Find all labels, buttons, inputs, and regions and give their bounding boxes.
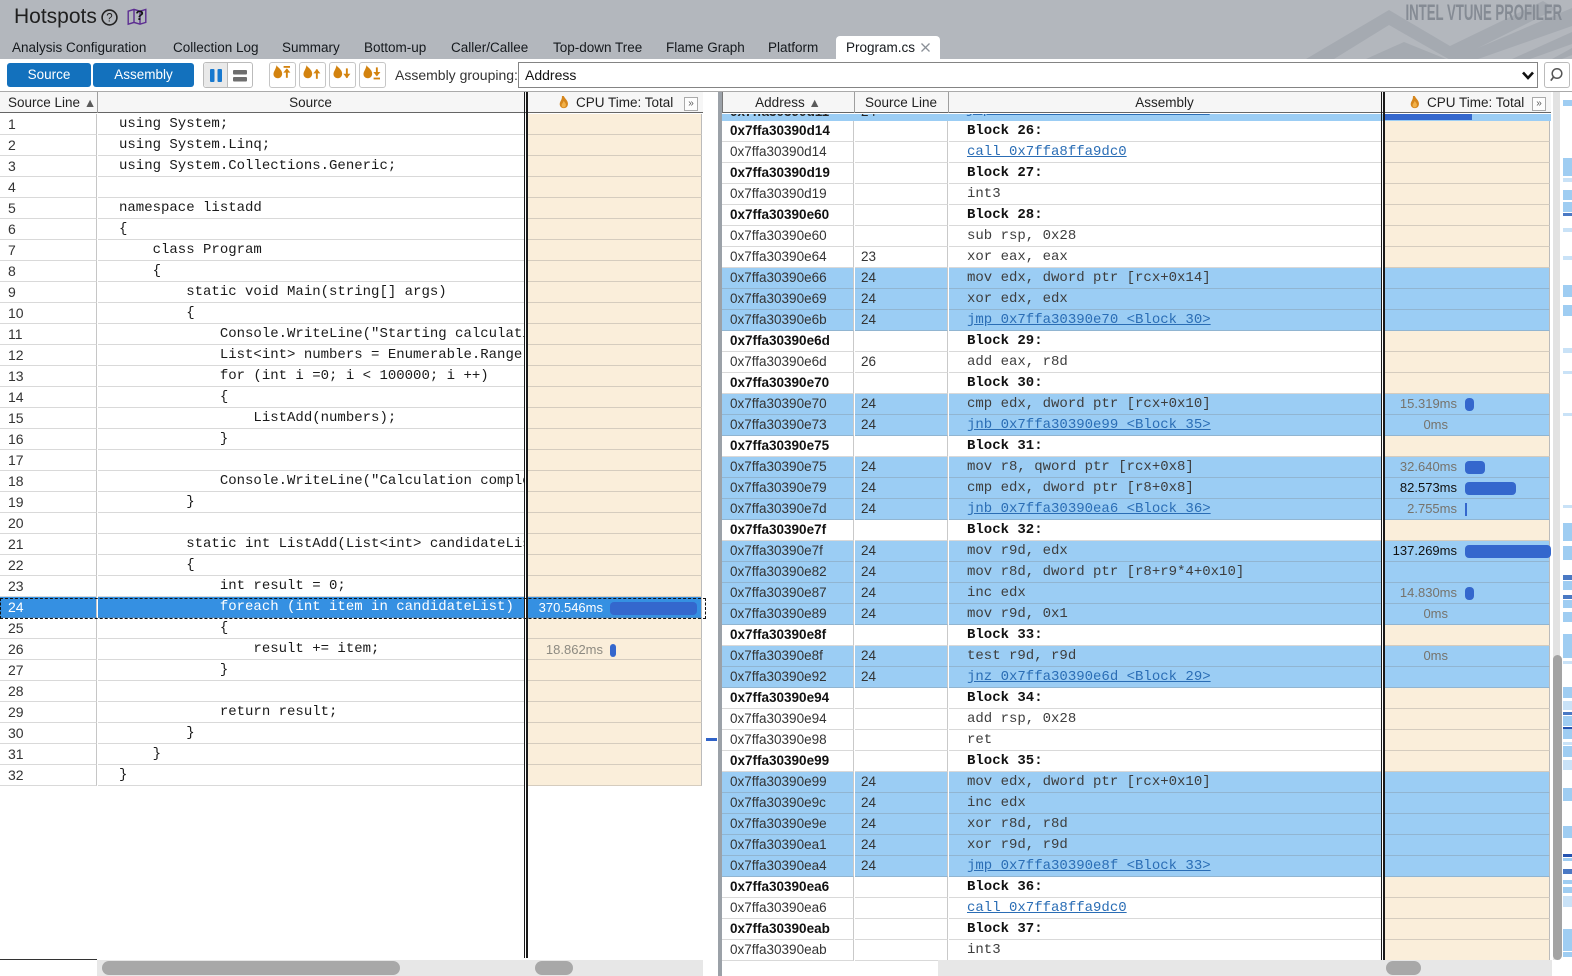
svg-text:?: ? xyxy=(106,13,112,25)
svg-text:?: ? xyxy=(135,7,144,23)
